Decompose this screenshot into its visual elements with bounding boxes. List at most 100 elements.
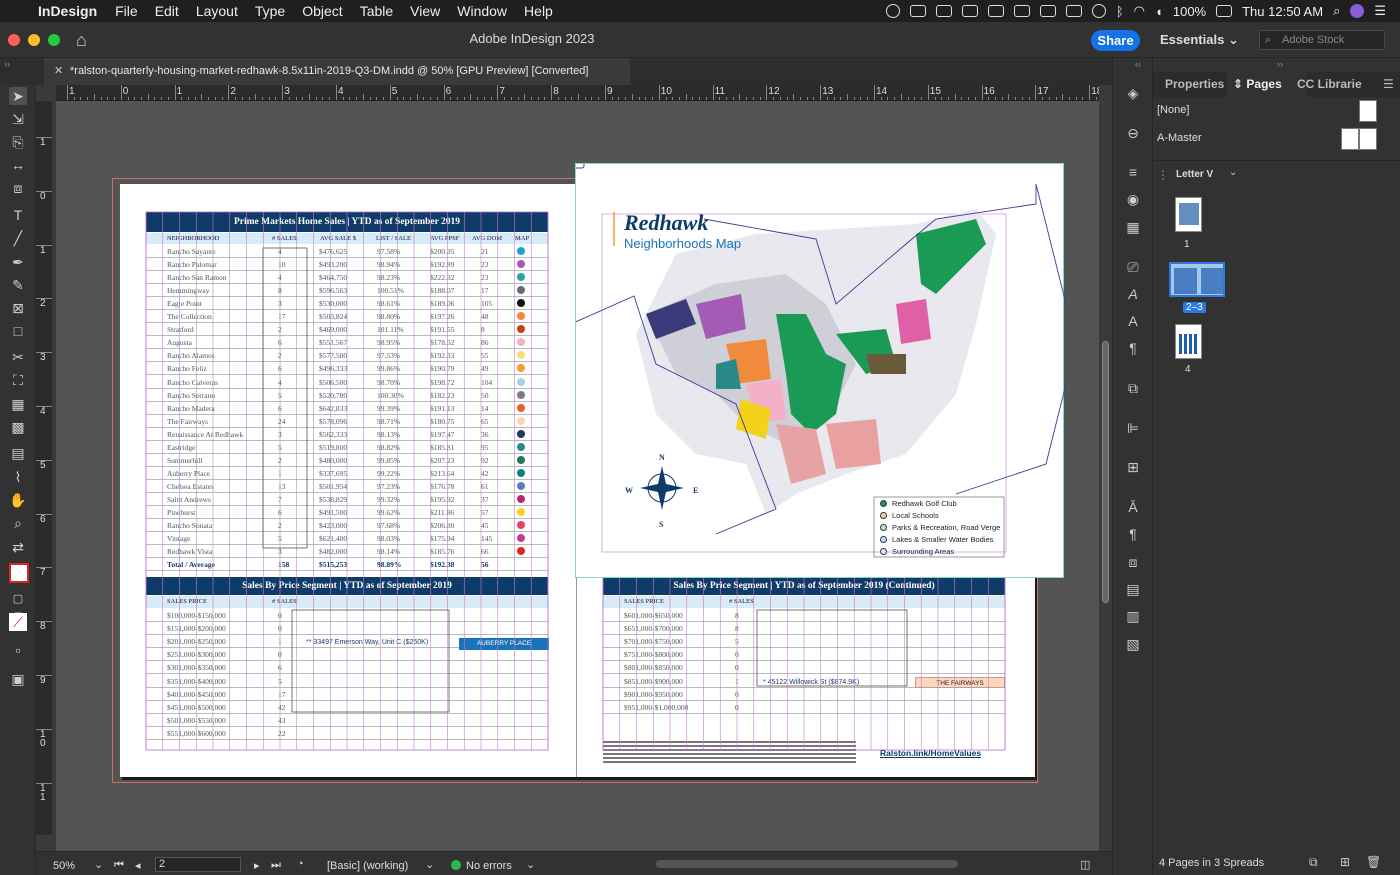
hand-tool-icon[interactable]: ✋ (9, 491, 27, 509)
delete-page-icon[interactable]: 🗑 (1366, 855, 1381, 869)
page-4-thumb[interactable] (1175, 324, 1202, 359)
tab-pages[interactable]: ⇕ Pages (1233, 77, 1282, 91)
table-row[interactable]: Redhawk Vista 3 $482,000 98.14% $185.76 66 (146, 545, 548, 559)
table-styles-icon[interactable]: ▥ (1124, 607, 1142, 625)
align-icon[interactable]: ⊫ (1124, 419, 1142, 437)
edit-page-size-icon[interactable]: ⧉ (1309, 855, 1318, 870)
new-page-icon[interactable]: ⊞ (1340, 855, 1350, 869)
control-center-icon[interactable]: ☰ (1374, 3, 1386, 19)
table-total-row[interactable]: Total / Average 158 $515,253 98.89% $192.38 5… (146, 558, 548, 572)
document-tab[interactable]: ✕ *ralston-quarterly-housing-market-redh… (44, 58, 630, 85)
map-subtitle[interactable]: Neighborhoods Map (624, 236, 741, 251)
gradient-feather-tool-icon[interactable]: ▩ (9, 418, 27, 436)
menu-edit[interactable]: Edit (155, 3, 179, 19)
table-row[interactable]: $751,000-$800,000 0 (603, 648, 1005, 662)
shortcut-icon[interactable] (1065, 5, 1082, 17)
app-menu[interactable]: InDesign (38, 3, 97, 19)
gap-tool-icon[interactable]: ↔ (9, 156, 27, 174)
preflight-profile[interactable]: [Basic] (working) (327, 860, 408, 872)
selection-tool-icon[interactable]: ➤ (9, 87, 27, 105)
menu-help[interactable]: Help (524, 3, 553, 19)
paragraph-styles-icon[interactable]: ⎚ (1124, 258, 1142, 276)
split-view-icon[interactable]: ◫ (1080, 858, 1090, 871)
panel-menu-icon[interactable]: ☰ (1383, 77, 1394, 91)
table-row[interactable]: Rancho Madera 6 $642,833 99.39% $191.13 14 (146, 402, 548, 415)
type-tool-icon[interactable]: T (9, 206, 27, 224)
table-row[interactable]: Eastridge 5 $519,800 98.82% $185.81 95 (146, 441, 548, 454)
cell-styles-icon[interactable]: ▧ (1124, 635, 1142, 653)
master-none-thumb[interactable] (1359, 100, 1377, 122)
table-row[interactable]: Augusta 6 $551,567 98.95% $178.52 86 (146, 336, 548, 350)
zoom-chevron-icon[interactable]: ⌄ (94, 858, 103, 871)
cloud-icon[interactable] (909, 5, 926, 17)
map-frame[interactable]: Redhawk Neighborhoods Map Redhawk Golf C… (575, 163, 1065, 578)
creative-cloud-icon[interactable] (885, 4, 900, 18)
rectangle-frame-tool-icon[interactable]: ⊠ (9, 299, 27, 317)
page-4-label[interactable]: 4 (1185, 364, 1191, 375)
swap-fill-stroke-icon[interactable]: ⇄ (9, 538, 27, 556)
auberry-place-tag[interactable]: AUBERRY PLACE (459, 638, 549, 650)
first-page-icon[interactable]: ⏮ (114, 859, 124, 872)
table-row[interactable]: Rancho Calveras 4 $506,500 98.70% $198.72 104 (146, 376, 548, 389)
menu-table[interactable]: Table (360, 3, 393, 19)
effects-icon[interactable]: ⧈ (1124, 553, 1142, 571)
swatches-icon[interactable]: ▦ (1124, 218, 1142, 236)
price-left-callout[interactable]: ** 33497 Emerson Way, Unit C ($250K) (306, 639, 428, 646)
menu-type[interactable]: Type (255, 3, 285, 19)
pathfinder-icon[interactable]: ⧉ (1124, 379, 1142, 397)
workspace-switcher[interactable]: Essentials ⌄ (1160, 32, 1239, 48)
spread-2-3-label[interactable]: 2–3 (1183, 302, 1206, 313)
preview-mode-icon[interactable]: ▣ (9, 670, 27, 688)
home-values-link[interactable]: Ralston.link/HomeValues (880, 748, 981, 758)
table-row[interactable]: Eagle Point 3 $530,000 98.61% $189.06 105 (146, 297, 548, 311)
table-row[interactable]: Stratford 2 $469,000 101.11% $191.55 8 (146, 323, 548, 337)
menu-file[interactable]: File (115, 3, 138, 19)
price-right-title[interactable]: Sales By Price Segment | YTD as of Septe… (603, 577, 1005, 595)
table-row[interactable]: $451,000-$500,000 42 (146, 701, 548, 714)
stroke-icon[interactable]: ≡ (1124, 163, 1142, 181)
preflight-status[interactable]: No errors (451, 860, 512, 872)
cloud-icon-3[interactable] (961, 5, 978, 17)
zoom-tool-icon[interactable]: ⌕ (9, 514, 27, 532)
clock[interactable]: Thu 12:50 AM (1242, 4, 1323, 19)
master-a[interactable]: A-Master (1157, 132, 1202, 144)
table-row[interactable]: Saint Andrews 7 $538,829 99.32% $195.92 37 (146, 493, 548, 506)
paragraph-icon[interactable]: ¶ (1124, 339, 1142, 357)
vertical-scroll-thumb[interactable] (1102, 341, 1109, 603)
table-row[interactable]: Chelsea Estates 13 $501,954 97.23% $176.78 61 (146, 480, 548, 493)
battery-icon[interactable] (1216, 5, 1233, 17)
table-row[interactable]: $401,000-$450,000 17 (146, 688, 548, 701)
preflight-menu-chevron-icon[interactable]: ⌄ (526, 858, 535, 871)
vertical-ruler[interactable]: 101234567891 01 1 (36, 101, 52, 835)
table-row[interactable]: Rancho Feliz 6 $496,333 99.86% $190.79 49 (146, 362, 548, 376)
table-icon[interactable]: ▤ (1124, 580, 1142, 598)
table-row[interactable]: $701,000-$750,000 5 (603, 635, 1005, 649)
zoom-level[interactable]: 50% (53, 860, 75, 872)
menu-view[interactable]: View (410, 3, 440, 19)
tab-cc-libraries[interactable]: CC Librarie (1297, 77, 1362, 91)
rectangle-tool-icon[interactable]: □ (9, 322, 27, 340)
the-fairways-tag[interactable]: THE FAIRWAYS (915, 677, 1005, 688)
page-number-input[interactable]: 2 (155, 857, 241, 872)
chevron-down-icon[interactable]: ⌄ (1229, 167, 1237, 178)
wifi-icon[interactable]: ◠ (1134, 3, 1145, 19)
prime-table-title[interactable]: Prime Markets Home Sales | YTD as of Sep… (146, 212, 548, 232)
table-row[interactable]: $801,000-$850,000 0 (603, 661, 1005, 675)
gradient-swatch-tool-icon[interactable]: ▦ (9, 395, 27, 413)
table-row[interactable]: $151,000-$200,000 0 (146, 622, 548, 636)
content-collector-icon[interactable]: ⧈ (9, 179, 27, 197)
menu-object[interactable]: Object (302, 3, 342, 19)
master-none[interactable]: [None] (1157, 104, 1189, 116)
table-row[interactable]: $601,000-$650,000 8 (603, 609, 1005, 622)
spotlight-search-icon[interactable]: ⌕ (1333, 3, 1340, 19)
note-tool-icon[interactable]: ▤ (9, 444, 27, 462)
character-styles-icon[interactable]: A (1124, 285, 1142, 303)
apply-none-icon[interactable]: ⟋ (9, 613, 27, 631)
table-row[interactable]: $651,000-$700,000 8 (603, 622, 1005, 636)
glyphs-icon[interactable]: Ā (1124, 498, 1142, 516)
collapse-panels-icon[interactable]: ‹‹ (1135, 59, 1141, 69)
free-transform-tool-icon[interactable]: ⛶ (9, 371, 27, 389)
menu-layout[interactable]: Layout (196, 3, 238, 19)
screen-mode-icon[interactable]: ▫ (9, 641, 27, 659)
character-icon[interactable]: A (1124, 312, 1142, 330)
